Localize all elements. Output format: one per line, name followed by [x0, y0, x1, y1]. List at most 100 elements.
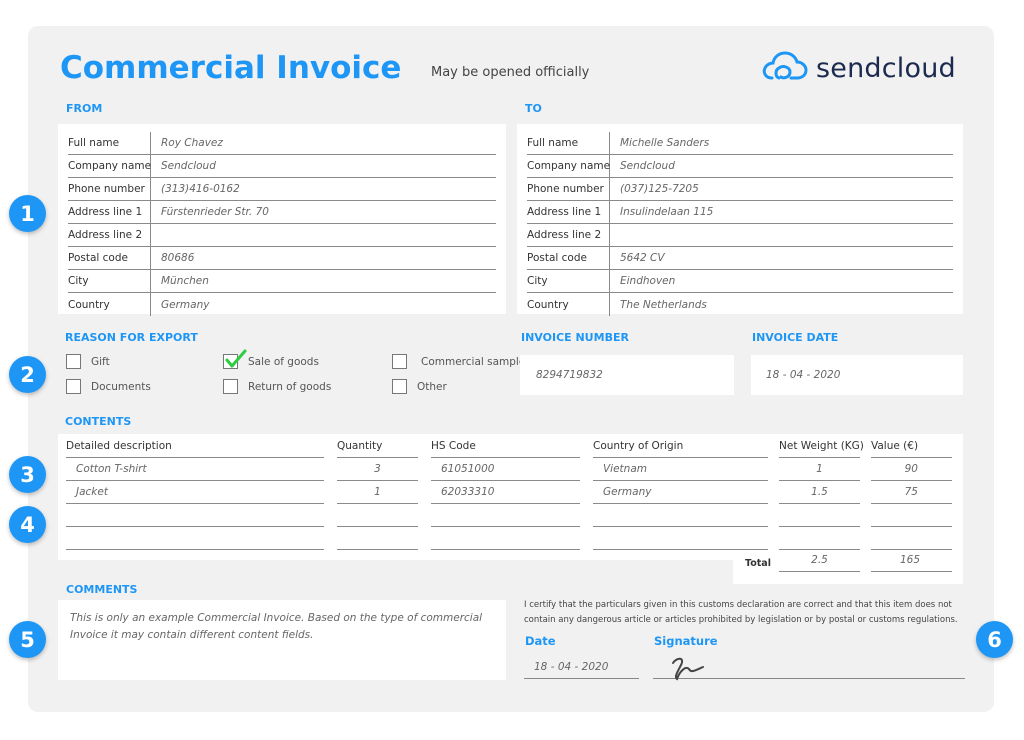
reason-option-label: Return of goods: [248, 380, 332, 393]
table-cell[interactable]: [431, 504, 580, 527]
table-cell[interactable]: 62033310: [431, 481, 580, 504]
date-label: Date: [525, 634, 556, 648]
from-field-value[interactable]: Germany: [151, 299, 209, 311]
from-field-value[interactable]: 80686: [151, 252, 194, 264]
table-cell[interactable]: 90: [871, 458, 952, 481]
table-cell[interactable]: [593, 527, 768, 550]
invoice-date-label: INVOICE DATE: [752, 331, 839, 344]
to-field-label: Phone number: [527, 178, 610, 200]
to-field-value[interactable]: Sendcloud: [610, 160, 675, 172]
from-field-label: City: [68, 270, 151, 292]
from-field-label: Postal code: [68, 247, 151, 269]
table-cell[interactable]: [871, 504, 952, 527]
brand-name: sendcloud: [816, 52, 956, 84]
comments-field[interactable]: This is only an example Commercial Invoi…: [58, 600, 506, 680]
from-field-label: Country: [68, 293, 151, 316]
step-badge-2: 2: [9, 356, 46, 393]
step-badge-3: 3: [9, 456, 46, 493]
from-row: Company name Sendcloud: [68, 155, 496, 178]
reason-option-label: Documents: [91, 380, 151, 393]
from-field-value[interactable]: (313)416-0162: [151, 183, 240, 195]
table-cell[interactable]: [779, 527, 860, 550]
table-cell[interactable]: 1.5: [779, 481, 860, 504]
reason-option[interactable]: Documents: [66, 379, 151, 394]
page-title: Commercial Invoice: [60, 50, 402, 86]
table-cell[interactable]: 1: [337, 481, 418, 504]
invoice-date-field[interactable]: 18 - 04 - 2020: [751, 355, 963, 395]
reason-option-label: Other: [417, 380, 447, 393]
table-cell[interactable]: [337, 527, 418, 550]
table-cell[interactable]: 1: [779, 458, 860, 481]
invoice-number-label: INVOICE NUMBER: [521, 331, 629, 344]
reason-option[interactable]: Sale of goods: [223, 349, 319, 369]
checkbox[interactable]: [66, 379, 81, 394]
column-header: Net Weight (KG): [779, 435, 864, 458]
to-field-value[interactable]: Eindhoven: [610, 275, 675, 287]
table-cell[interactable]: 3: [337, 458, 418, 481]
cloud-icon: [762, 50, 808, 86]
column-header: Detailed description: [66, 435, 324, 458]
table-cell[interactable]: [66, 504, 324, 527]
reason-option[interactable]: Return of goods: [223, 379, 331, 394]
reason-for-export-label: REASON FOR EXPORT: [65, 331, 198, 344]
from-field-label: Address line 1: [68, 201, 151, 223]
checkbox[interactable]: [66, 354, 81, 369]
comments-label: COMMENTS: [66, 583, 138, 596]
table-cell[interactable]: [779, 504, 860, 527]
column-header: Country of Origin: [593, 435, 768, 458]
from-label: FROM: [66, 102, 103, 115]
table-cell[interactable]: Cotton T-shirt: [66, 458, 324, 481]
checkbox[interactable]: [223, 349, 247, 369]
table-cell[interactable]: [431, 527, 580, 550]
step-badge-5: 5: [9, 621, 46, 658]
checkmark-icon: [225, 349, 247, 368]
checkbox[interactable]: [392, 379, 407, 394]
page-subtitle: May be opened officially: [431, 65, 590, 80]
certification-text: I certify that the particulars given in …: [524, 600, 958, 625]
reason-option-label: Commercial sample: [421, 355, 526, 368]
table-cell[interactable]: 75: [871, 481, 952, 504]
table-cell[interactable]: [871, 527, 952, 550]
to-row: Address line 1 Insulindelaan 115: [527, 201, 953, 224]
invoice-number-field[interactable]: 8294719832: [520, 355, 734, 395]
table-cell[interactable]: 61051000: [431, 458, 580, 481]
table-cell[interactable]: [66, 527, 324, 550]
to-address-panel: Full name Michelle Sanders Company name Sen…: [517, 124, 963, 316]
to-row: Address line 2: [527, 224, 953, 247]
table-cell[interactable]: [337, 504, 418, 527]
to-field-value[interactable]: The Netherlands: [610, 299, 707, 311]
to-field-label: Address line 2: [527, 224, 610, 246]
signature-label: Signature: [654, 634, 718, 648]
signature-field[interactable]: [653, 655, 965, 681]
table-cell[interactable]: Jacket: [66, 481, 324, 504]
step-badge-6: 6: [976, 621, 1013, 658]
reason-option[interactable]: Other: [392, 379, 447, 394]
checkbox[interactable]: [392, 354, 407, 369]
signature-scribble-icon: [672, 657, 704, 681]
from-field-value[interactable]: München: [151, 275, 209, 287]
to-row: Postal code 5642 CV: [527, 247, 953, 270]
signature-date-field[interactable]: 18 - 04 - 2020: [524, 655, 639, 679]
from-field-label: Address line 2: [68, 224, 151, 246]
to-field-value[interactable]: Insulindelaan 115: [610, 206, 713, 218]
from-field-label: Full name: [68, 132, 151, 154]
from-field-value[interactable]: Roy Chavez: [151, 137, 223, 149]
step-badge-4: 4: [9, 506, 46, 543]
checkbox[interactable]: [223, 379, 238, 394]
step-badge-1: 1: [9, 195, 46, 232]
to-field-value[interactable]: (037)125-7205: [610, 183, 699, 195]
from-field-value[interactable]: Sendcloud: [151, 160, 216, 172]
reason-option[interactable]: Commercial sample: [392, 354, 525, 369]
from-field-value[interactable]: Fürstenrieder Str. 70: [151, 206, 269, 218]
reason-option[interactable]: Gift: [66, 354, 110, 369]
to-field-value[interactable]: Michelle Sanders: [610, 137, 709, 149]
from-row: Country Germany: [68, 293, 496, 316]
table-cell[interactable]: [593, 504, 768, 527]
table-cell[interactable]: Vietnam: [593, 458, 768, 481]
to-field-label: Postal code: [527, 247, 610, 269]
to-row: Country The Netherlands: [527, 293, 953, 316]
reason-option-label: Gift: [91, 355, 110, 368]
table-cell[interactable]: Germany: [593, 481, 768, 504]
to-field-value[interactable]: 5642 CV: [610, 252, 665, 264]
to-field-label: Full name: [527, 132, 610, 154]
